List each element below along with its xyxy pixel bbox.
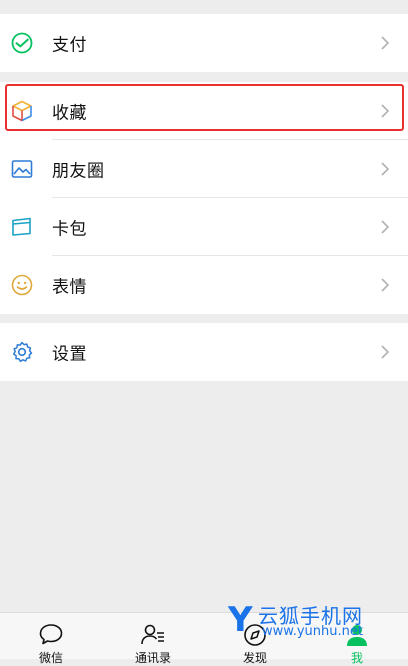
menu-item-label: 表情	[52, 277, 87, 298]
tab-contacts[interactable]: 通讯录	[102, 613, 204, 665]
chevron-right-icon	[381, 162, 390, 176]
menu-item-label: 朋友圈	[52, 161, 105, 182]
menu-group-settings: 设置	[0, 323, 408, 381]
menu-item-moments[interactable]: 朋友圈	[0, 140, 408, 198]
menu-item-settings[interactable]: 设置	[0, 323, 408, 381]
moments-image-icon	[10, 157, 34, 181]
top-strip	[0, 0, 408, 14]
gear-icon	[10, 340, 34, 364]
menu-item-stickers[interactable]: 表情	[0, 256, 408, 314]
chevron-right-icon	[381, 220, 390, 234]
highlight-box	[5, 84, 404, 131]
menu-item-label: 卡包	[52, 219, 87, 240]
menu-group-pay: 支付	[0, 14, 408, 72]
card-wallet-icon	[10, 215, 34, 239]
watermark-url: www.yunhu.net	[262, 624, 363, 639]
pay-icon	[10, 31, 34, 55]
tab-chats[interactable]: 微信	[0, 613, 102, 665]
menu-item-card-wallet[interactable]: 卡包	[0, 198, 408, 256]
menu-item-label: 支付	[52, 35, 87, 56]
watermark-letter: Y	[228, 600, 253, 640]
chevron-right-icon	[381, 36, 390, 50]
smiley-icon	[10, 273, 34, 297]
chat-bubble-icon	[39, 624, 63, 645]
chevron-right-icon	[381, 278, 390, 292]
contacts-icon	[141, 624, 164, 645]
menu-item-label: 设置	[52, 344, 87, 365]
watermark-logo: Y 云狐手机网 www.yunhu.net	[228, 600, 398, 640]
menu-item-pay[interactable]: 支付	[0, 14, 408, 72]
chevron-right-icon	[381, 345, 390, 359]
